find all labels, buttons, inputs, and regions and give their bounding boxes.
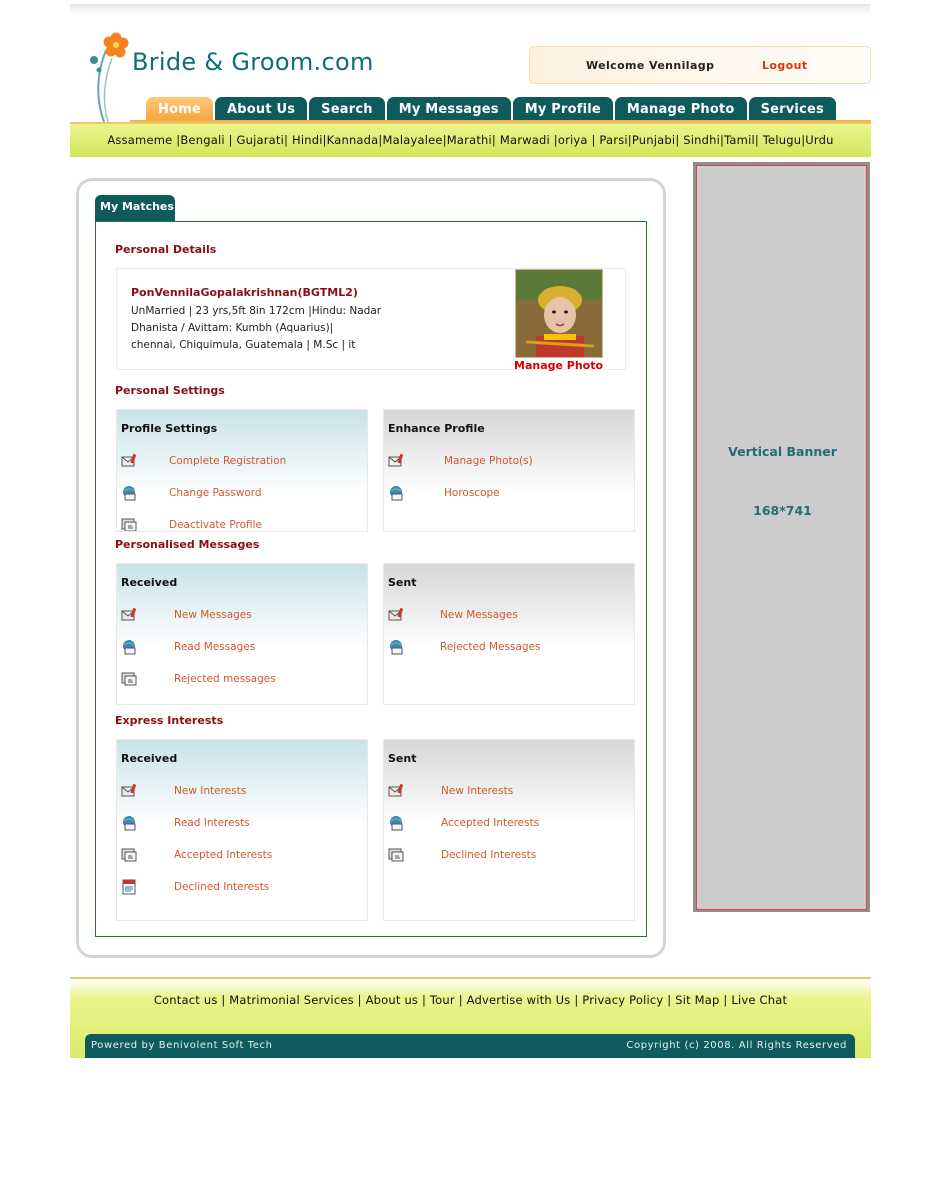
complete-registration-link[interactable]: Complete Registration [169,455,286,467]
list-item[interactable]: New Interests [117,783,367,803]
globe-envelope-icon [390,816,403,831]
list-item[interactable]: Rejected messages [117,671,367,691]
welcome-box: Welcome Vennilagp Logout [529,46,871,84]
list-item[interactable]: Read Messages [117,639,367,659]
main-nav: Home About Us Search My Messages My Prof… [146,97,836,122]
globe-envelope-icon [390,640,403,655]
change-password-link[interactable]: Change Password [169,487,262,499]
manage-photos-link[interactable]: Manage Photo(s) [444,455,533,467]
sent-new-messages-link[interactable]: New Messages [440,609,518,621]
read-messages-link[interactable]: Read Messages [174,641,255,653]
profile-name: PonVennilaGopalakrishnan(BGTML2) [131,286,358,299]
horoscope-link[interactable]: Horoscope [444,487,500,499]
sent-declined-interests-link[interactable]: Declined Interests [441,849,536,861]
tab-about-us[interactable]: About Us [214,97,308,122]
list-item[interactable]: Accepted Interests [384,815,634,835]
list-item[interactable]: Manage Photo(s) [384,453,634,473]
footer-links[interactable]: Contact us | Matrimonial Services | Abou… [70,993,871,1007]
new-messages-link[interactable]: New Messages [174,609,252,621]
envelope-pen-icon [121,607,137,621]
welcome-text: Welcome Vennilagp [586,59,715,72]
card-title: Enhance Profile [388,422,485,435]
globe-envelope-icon [123,486,136,501]
personalised-messages-title: Personalised Messages [115,538,260,551]
personal-details-card: PonVennilaGopalakrishnan(BGTML2) UnMarri… [116,268,626,372]
list-item[interactable]: Change Password [117,485,367,505]
profile-basic-info: UnMarried | 23 yrs,5ft 8in 172cm |Hindu:… [131,305,382,317]
banner-size: 168*741 [753,503,812,518]
sent-rejected-messages-link[interactable]: Rejected Messages [440,641,541,653]
page: Bride & Groom.com Welcome Vennilagp Logo… [0,0,950,1200]
brand-name: Bride & Groom.com [132,48,374,76]
footer-bar: Powered by Benivolent Soft Tech Copyrigh… [85,1034,855,1058]
powered-by-text: Powered by Benivolent Soft Tech [91,1040,273,1051]
card-title: Profile Settings [121,422,218,435]
reply-window-icon [121,672,137,686]
read-interests-link[interactable]: Read Interests [174,817,250,829]
top-rule [70,4,870,14]
deactivate-profile-link[interactable]: Deactivate Profile [169,519,262,531]
tab-manage-photo[interactable]: Manage Photo [614,97,747,122]
manage-photo-link[interactable]: Manage Photo [514,359,603,372]
list-item[interactable]: New Messages [117,607,367,627]
envelope-pen-icon [388,453,404,467]
list-item[interactable]: Declined Interests [384,847,634,867]
globe-envelope-icon [123,640,136,655]
list-item[interactable]: New Messages [384,607,634,627]
envelope-pen-icon [388,783,404,797]
sent-accepted-interests-link[interactable]: Accepted Interests [441,817,539,829]
profile-location: chennai, Chiquimula, Guatemala | M.Sc | … [131,339,356,351]
rejected-messages-link[interactable]: Rejected messages [174,673,276,685]
interests-received-card: Received New Interests Read Interests Ac… [116,739,368,921]
tab-my-profile[interactable]: My Profile [512,97,613,122]
express-interests-title: Express Interests [115,714,224,727]
messages-received-card: Received New Messages Read Messages Reje… [116,563,368,705]
flower-logo-icon [90,32,129,123]
tab-my-messages[interactable]: My Messages [386,97,511,122]
list-item[interactable]: New Interests [384,783,634,803]
tab-services[interactable]: Services [748,97,836,122]
reply-window-icon [388,848,404,862]
enhance-profile-card: Enhance Profile Manage Photo(s) Horoscop… [383,409,635,532]
declined-interests-link[interactable]: Declined Interests [174,881,269,893]
tab-home[interactable]: Home [146,97,213,122]
tab-search[interactable]: Search [309,97,385,122]
copyright-text: Copyright (c) 2008. All Rights Reserved [626,1040,847,1051]
reply-window-icon [121,518,137,531]
vertical-banner[interactable]: Vertical Banner 168*741 [696,165,867,910]
interests-sent-card: Sent New Interests Accepted Interests De… [383,739,635,921]
messages-sent-card: Sent New Messages Rejected Messages [383,563,635,705]
personal-settings-title: Personal Settings [115,384,225,397]
reply-window-icon [121,848,137,862]
globe-envelope-icon [123,816,136,831]
banner-label: Vertical Banner [728,444,837,459]
envelope-pen-icon [121,453,137,467]
list-item[interactable]: Accepted Interests [117,847,367,867]
profile-photo [515,269,603,358]
card-title: Received [121,752,178,765]
list-item[interactable]: Read Interests [117,815,367,835]
globe-envelope-icon [390,486,403,501]
document-icon [122,879,136,895]
logout-link[interactable]: Logout [762,59,808,72]
profile-settings-card: Profile Settings Complete Registration C… [116,409,368,532]
language-bar: Assameme |Bengali | Gujarati| Hindi|Kann… [70,122,871,157]
personal-details-title: Personal Details [115,243,217,256]
new-interests-link[interactable]: New Interests [174,785,246,797]
tab-my-matches[interactable]: My Matches [95,195,175,221]
accepted-interests-link[interactable]: Accepted Interests [174,849,272,861]
envelope-pen-icon [121,783,137,797]
card-title: Sent [388,576,417,589]
language-links[interactable]: Assameme |Bengali | Gujarati| Hindi|Kann… [107,133,833,147]
list-item[interactable]: Deactivate Profile [117,517,367,531]
envelope-pen-icon [388,607,404,621]
list-item[interactable]: Declined Interests [117,879,367,899]
sent-new-interests-link[interactable]: New Interests [441,785,513,797]
card-title: Sent [388,752,417,765]
card-title: Received [121,576,178,589]
list-item[interactable]: Rejected Messages [384,639,634,659]
list-item[interactable]: Complete Registration [117,453,367,473]
profile-star-sign: Dhanista / Avittam: Kumbh (Aquarius)| [131,322,334,334]
list-item[interactable]: Horoscope [384,485,634,505]
